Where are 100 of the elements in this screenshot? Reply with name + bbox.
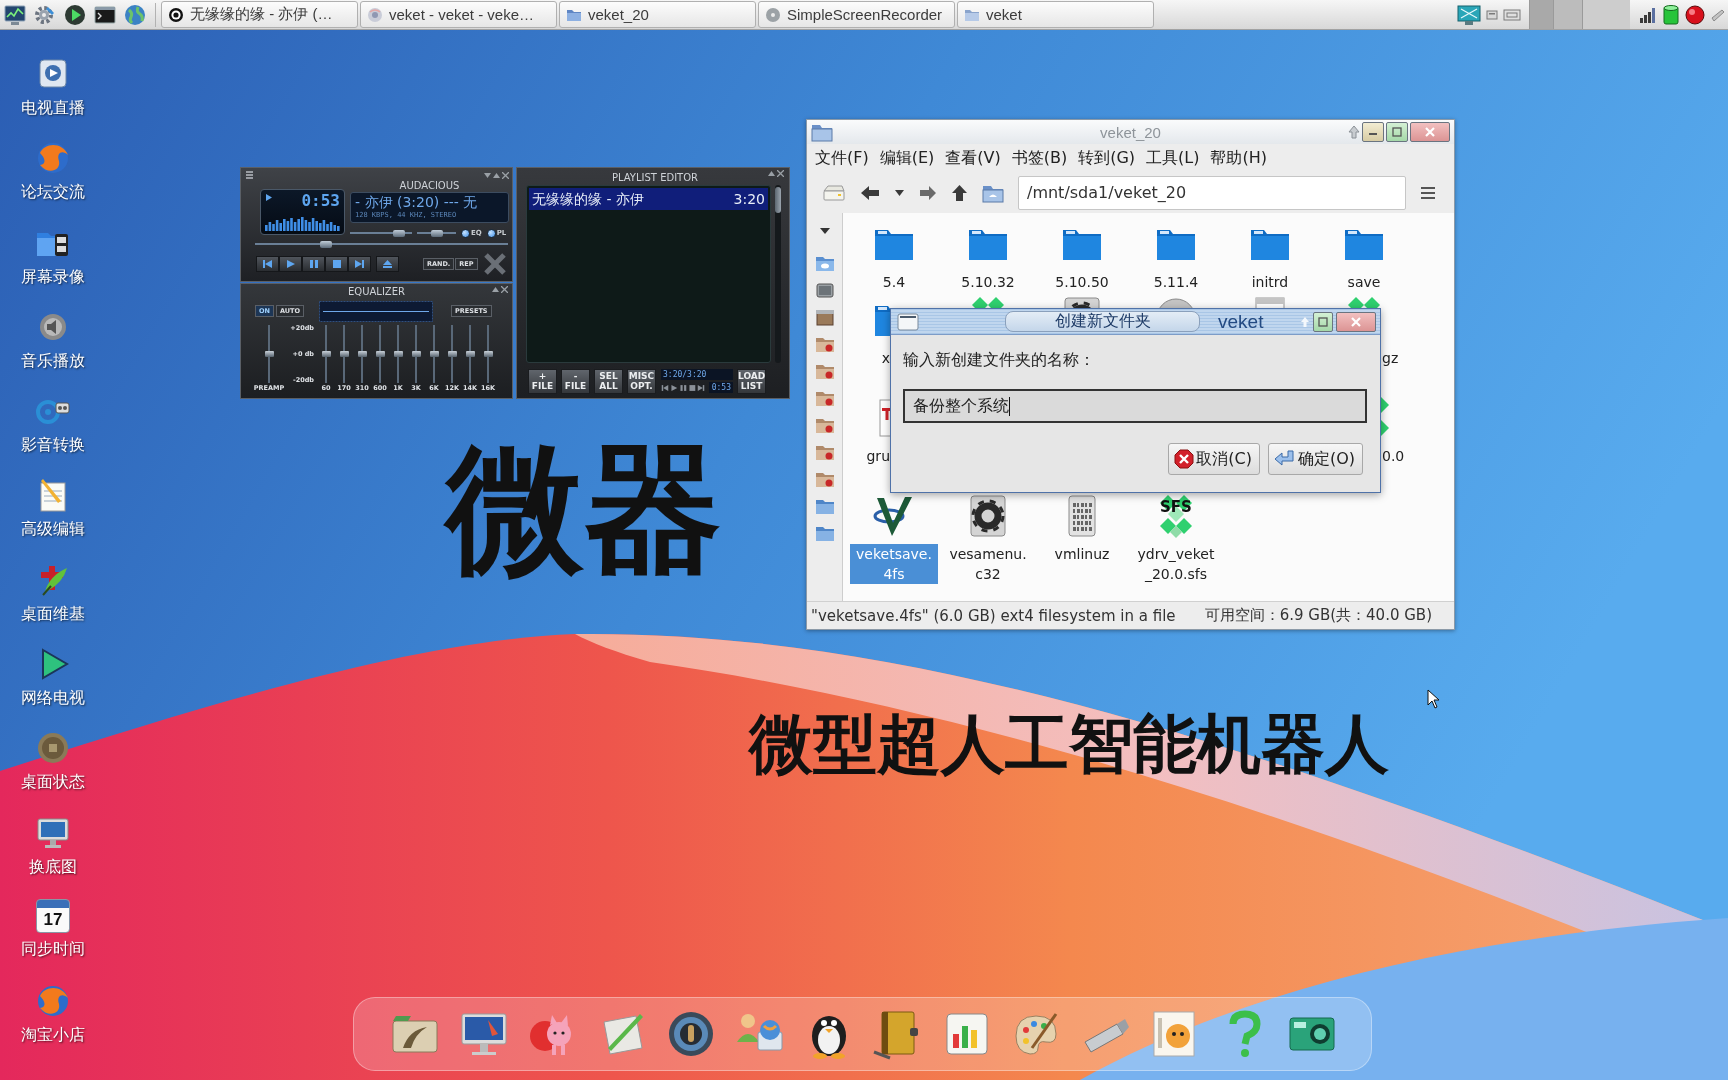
file-name[interactable]: save: [1320, 272, 1408, 292]
slider-thumb[interactable]: [447, 351, 457, 357]
system-monitor-icon[interactable]: [4, 3, 26, 26]
close-icon[interactable]: [777, 170, 784, 177]
close-button[interactable]: [1410, 122, 1450, 142]
file-name[interactable]: gru: [866, 446, 890, 466]
minimize-button[interactable]: [1362, 122, 1384, 142]
shade-icon[interactable]: [768, 170, 775, 177]
close-icon[interactable]: [501, 286, 508, 293]
path-field[interactable]: /mnt/sda1/veket_20: [1018, 175, 1406, 210]
playlist-row[interactable]: 无缘缘的缘 - 亦伊 3:20: [529, 188, 768, 210]
play-icon[interactable]: [64, 3, 86, 26]
shade-icon[interactable]: [493, 172, 500, 179]
mini-stop-icon[interactable]: [688, 383, 696, 392]
task-button[interactable]: veket: [957, 1, 1154, 28]
menu-item[interactable]: 查看(V): [945, 148, 1001, 168]
icon-label[interactable]: 屏幕录像: [21, 267, 85, 286]
pause-button[interactable]: [302, 256, 325, 272]
icon-label[interactable]: 网络电视: [21, 689, 85, 708]
icon-label[interactable]: 音乐播放: [21, 351, 85, 370]
slider-thumb[interactable]: [264, 351, 274, 357]
slider-thumb[interactable]: [375, 351, 385, 357]
globe-icon[interactable]: [124, 3, 146, 26]
file-name[interactable]: 5.11.4: [1132, 272, 1220, 292]
icon-label[interactable]: 高级编辑: [21, 520, 85, 539]
cylinder-icon[interactable]: [1662, 3, 1680, 26]
menu-icon[interactable]: [1420, 185, 1436, 200]
menu-arrow-icon[interactable]: [484, 172, 491, 179]
file-name[interactable]: vesamenu.c32: [944, 544, 1032, 584]
slider-thumb[interactable]: [483, 351, 493, 357]
file-name[interactable]: 5.4: [850, 272, 938, 292]
icon-label[interactable]: 影音转换: [21, 436, 85, 455]
menu-item[interactable]: 转到(G): [1078, 148, 1136, 168]
show-desktop-icon[interactable]: [1457, 3, 1481, 26]
task-button[interactable]: SimpleScreenRecorder: [758, 1, 955, 28]
shade-icon[interactable]: [492, 286, 499, 293]
file-name[interactable]: initrd: [1226, 272, 1314, 292]
playlist-button[interactable]: SEL ALL: [594, 368, 623, 394]
slider-thumb[interactable]: [339, 351, 349, 357]
file-name[interactable]: vmlinuz: [1038, 544, 1126, 564]
calendar-icon[interactable]: 17: [36, 898, 70, 933]
playlist-button[interactable]: MISC OPT.: [627, 368, 656, 394]
maximize-button[interactable]: [1386, 122, 1408, 142]
terminal-icon[interactable]: [94, 3, 116, 26]
play-button[interactable]: [279, 256, 302, 272]
slider-thumb[interactable]: [320, 241, 333, 248]
file-name[interactable]: 0.0: [1382, 446, 1405, 466]
drive-icon[interactable]: [814, 280, 835, 300]
playlist-button[interactable]: + FILE: [528, 368, 557, 394]
scrollbar-thumb[interactable]: [775, 187, 781, 213]
forward-arrow-icon[interactable]: [919, 184, 937, 201]
slider-thumb[interactable]: [392, 229, 405, 237]
icon-label[interactable]: 桌面状态: [21, 773, 85, 792]
slider-thumb[interactable]: [430, 229, 443, 237]
up-arrow-icon[interactable]: [951, 183, 968, 202]
menu-item[interactable]: 编辑(E): [879, 148, 935, 168]
mini-previous-icon[interactable]: [661, 383, 669, 392]
menu-item[interactable]: 文件(F): [815, 148, 869, 168]
menu-item[interactable]: 帮助(H): [1210, 148, 1267, 168]
icon-label[interactable]: 电视直播: [21, 99, 85, 117]
next-button[interactable]: [348, 256, 371, 272]
task-button[interactable]: veket - veket - veke…: [360, 1, 557, 28]
icon-label[interactable]: 同步时间: [21, 939, 85, 958]
icon-label[interactable]: 换底图: [29, 857, 77, 876]
eject-button[interactable]: [376, 256, 399, 272]
box-icon[interactable]: [814, 307, 835, 327]
slider-thumb[interactable]: [321, 351, 331, 357]
file-name[interactable]: 5.10.50: [1038, 272, 1126, 292]
mini-play-icon[interactable]: [670, 383, 678, 392]
folder-name-field[interactable]: 备份整个系统: [903, 389, 1367, 423]
ok-button[interactable]: 确定(O): [1267, 443, 1363, 475]
task-button[interactable]: veket_20: [559, 1, 756, 28]
icon-label[interactable]: 桌面维基: [21, 604, 85, 623]
gear-icon[interactable]: [34, 3, 56, 26]
scrollbar-track[interactable]: [775, 185, 781, 363]
close-button[interactable]: [1336, 311, 1376, 332]
file-name[interactable]: gz: [1382, 348, 1399, 368]
slider-thumb[interactable]: [393, 351, 403, 357]
file-name[interactable]: ydrv_veket_20.0.sfs: [1132, 544, 1220, 584]
slider-thumb[interactable]: [357, 351, 367, 357]
file-name[interactable]: x: [881, 348, 890, 368]
slider-thumb[interactable]: [411, 351, 421, 357]
file-name[interactable]: 5.10.32: [944, 272, 1032, 292]
menu-icon[interactable]: [245, 170, 254, 180]
caret-icon[interactable]: [894, 188, 905, 197]
record-icon[interactable]: [1685, 4, 1705, 25]
cancel-button[interactable]: 取消(C): [1168, 443, 1260, 475]
window-icon[interactable]: [897, 312, 919, 331]
mini-pause-icon[interactable]: [679, 383, 687, 392]
menu-item[interactable]: 书签(B): [1011, 148, 1068, 168]
icon-label[interactable]: 论坛交流: [21, 183, 85, 202]
stop-button[interactable]: [325, 256, 348, 272]
back-arrow-icon[interactable]: [860, 184, 880, 201]
playlist-button[interactable]: - FILE: [561, 368, 590, 394]
window-icon[interactable]: [1486, 9, 1498, 20]
slider-thumb[interactable]: [429, 351, 439, 357]
load-list-button[interactable]: LOAD LIST: [737, 368, 766, 394]
maximize-button[interactable]: [1313, 311, 1333, 332]
menu-item[interactable]: 工具(L): [1146, 148, 1200, 168]
slider-thumb[interactable]: [465, 351, 475, 357]
